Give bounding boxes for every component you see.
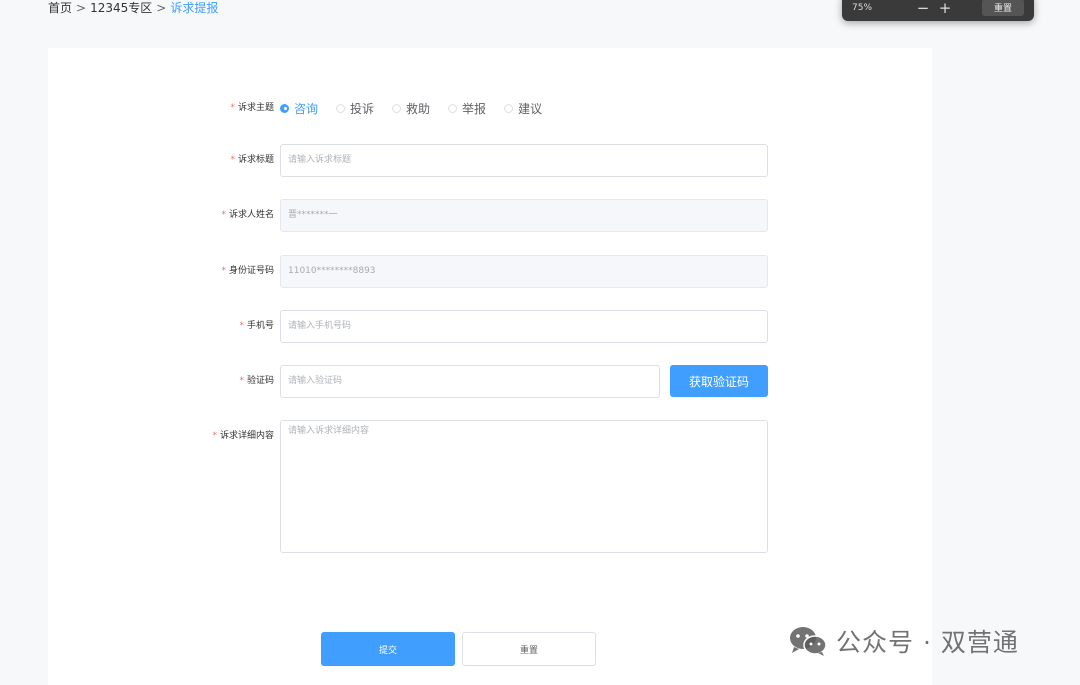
detail-label: * 诉求详细内容: [212, 431, 274, 441]
code-input[interactable]: 请输入验证码: [280, 365, 660, 398]
zoom-out-button[interactable]: −: [912, 0, 934, 17]
radio-dot: [504, 103, 514, 113]
watermark: 公众号 · 双营通: [788, 624, 1019, 658]
title-label: * 诉求标题: [230, 155, 274, 165]
wechat-icon: [790, 627, 827, 656]
topic-label: * 诉求主题: [230, 103, 274, 113]
code-label: * 验证码: [239, 376, 274, 386]
id-number-label: * 身份证号码: [221, 266, 274, 276]
topic-radio-rescue[interactable]: 救助: [392, 100, 430, 117]
topic-radio-consult[interactable]: 咨询: [280, 100, 318, 117]
submit-button[interactable]: 提交: [321, 632, 455, 666]
zoom-in-button[interactable]: +: [934, 0, 956, 17]
zoom-reset-button[interactable]: 重置: [981, 0, 1024, 16]
radio-dot: [448, 103, 458, 113]
topic-radio-complaint[interactable]: 投诉: [336, 100, 374, 117]
zoom-level: 75%: [852, 2, 873, 13]
watermark-text: 公众号 · 双营通: [836, 628, 1019, 657]
reset-button[interactable]: 重置: [462, 632, 596, 666]
id-number-input: 11010********8893: [280, 255, 768, 288]
breadcrumb-current: 诉求提报: [170, 1, 219, 15]
radio-dot: [392, 103, 402, 113]
phone-label: * 手机号: [239, 321, 274, 331]
get-code-button[interactable]: 获取验证码: [670, 365, 768, 397]
breadcrumb-section[interactable]: 12345专区: [90, 0, 152, 16]
zoom-toolbar: 75% − + 重置: [842, 0, 1034, 21]
radio-dot: [280, 103, 289, 113]
topic-radio-suggest[interactable]: 建议: [504, 100, 542, 117]
topic-radio-group: 咨询 投诉 救助 举报 建议: [280, 100, 542, 116]
title-input[interactable]: 请输入诉求标题: [280, 144, 768, 177]
breadcrumb-separator: >: [76, 1, 87, 15]
radio-dot: [336, 103, 346, 113]
breadcrumb: 首页 > 12345专区 > 诉求提报: [48, 0, 218, 16]
detail-textarea[interactable]: 请输入诉求详细内容: [280, 420, 768, 553]
phone-input[interactable]: 请输入手机号码: [280, 310, 768, 343]
form-card: * 诉求主题 咨询 投诉 救助 举报 建议 * 诉求标题 请输入诉求标题 * 诉求人姓…: [48, 48, 932, 685]
breadcrumb-separator: >: [156, 1, 167, 15]
name-label: * 诉求人姓名: [221, 210, 274, 220]
breadcrumb-home[interactable]: 首页: [48, 0, 72, 16]
topic-radio-report[interactable]: 举报: [448, 100, 486, 117]
name-input: 晋*******一: [280, 199, 768, 232]
